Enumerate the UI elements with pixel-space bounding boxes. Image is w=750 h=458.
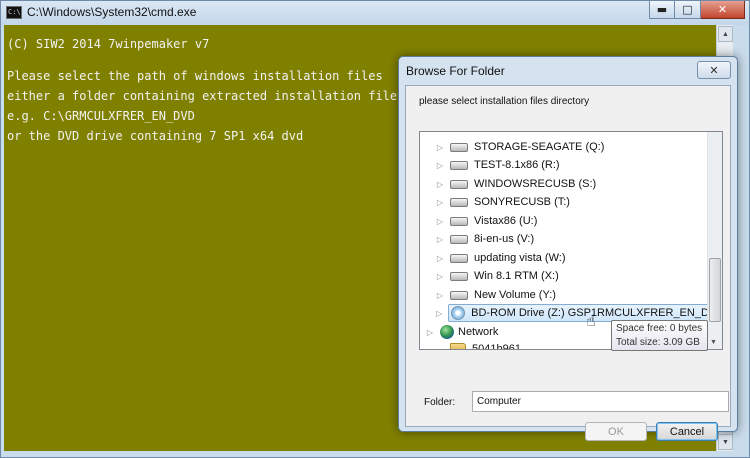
expand-arrow-icon[interactable]: ▷: [436, 272, 444, 281]
tree-item-test-81x86[interactable]: ▷ TEST-8.1x86 (R:): [436, 156, 722, 174]
minimize-button[interactable]: ▬: [649, 1, 675, 19]
tree-item-label: Win 8.1 RTM (X:): [474, 270, 559, 282]
expand-arrow-icon[interactable]: ▷: [436, 198, 444, 207]
tree-item-label: Vistax86 (U:): [474, 215, 538, 227]
drive-icon: [450, 253, 468, 263]
drive-icon: [450, 216, 468, 226]
tree-item-8i-en-us[interactable]: ▷ 8i-en-us (V:): [436, 230, 722, 248]
scroll-down-arrow-icon[interactable]: ▼: [710, 339, 717, 346]
drive-icon: [450, 197, 468, 207]
tree-item-new-volume[interactable]: ▷ New Volume (Y:): [436, 286, 722, 304]
expand-arrow-icon[interactable]: ▷: [436, 291, 444, 300]
tree-item-updating-vista[interactable]: ▷ updating vista (W:): [436, 249, 722, 267]
dialog-close-button[interactable]: ✕: [697, 61, 731, 79]
tree-item-windowsrecusb[interactable]: ▷ WINDOWSRECUSB (S:): [436, 175, 722, 193]
tree-item-sonyrecusb[interactable]: ▷ SONYRECUSB (T:): [436, 193, 722, 211]
expand-arrow-icon[interactable]: ▷: [436, 143, 444, 152]
tree-item-label: 8i-en-us (V:): [474, 233, 535, 245]
dialog-body: please select installation files directo…: [405, 85, 731, 441]
space-free-text: Space free: 0 bytes: [616, 323, 703, 334]
folder-icon: [450, 343, 466, 349]
browse-folder-dialog: Browse For Folder ✕ please select instal…: [398, 56, 738, 441]
drive-icon: [450, 234, 468, 244]
drive-info-tooltip: Space free: 0 bytes Total size: 3.09 GB: [611, 320, 708, 351]
scroll-down-arrow-icon[interactable]: ▼: [718, 434, 733, 450]
cmd-window-title: C:\Windows\System32\cmd.exe: [27, 5, 197, 19]
close-button[interactable]: ✕: [701, 1, 745, 19]
expand-arrow-icon[interactable]: ▷: [436, 180, 444, 189]
expand-arrow-icon[interactable]: ▷: [436, 254, 444, 263]
tree-item-label: Network: [458, 326, 499, 338]
scrollbar-thumb[interactable]: [709, 258, 721, 322]
folder-input[interactable]: [472, 391, 729, 412]
tree-item-label: WINDOWSRECUSB (S:): [474, 178, 597, 190]
tree-item-label: BD-ROM Drive (Z:) GSP1RMCULXFRER_EN_DVD: [471, 307, 723, 319]
console-line: or the DVD drive containing 7 SP1 x64 dv…: [7, 129, 304, 143]
network-icon: [440, 325, 454, 339]
expand-arrow-icon[interactable]: ▷: [436, 309, 442, 318]
window-controls: ▬ □ ✕: [649, 1, 745, 19]
maximize-button[interactable]: □: [675, 1, 701, 19]
expand-arrow-icon[interactable]: ▷: [436, 161, 444, 170]
console-line: e.g. C:\GRMCULXFRER_EN_DVD: [7, 109, 195, 123]
console-line: Please select the path of windows instal…: [7, 69, 383, 83]
drive-icon: [450, 160, 468, 170]
cd-drive-icon: [451, 306, 466, 320]
drive-icon: [450, 271, 468, 281]
cancel-button[interactable]: Cancel: [656, 422, 718, 441]
cmd-icon[interactable]: C:\: [6, 6, 22, 19]
expand-arrow-icon[interactable]: ▷: [436, 235, 444, 244]
folder-tree[interactable]: ▷ STORAGE-SEAGATE (Q:) ▷ TEST-8.1x86 (R:…: [419, 131, 723, 350]
tree-item-label: SONYRECUSB (T:): [474, 196, 570, 208]
tree-item-storage-seagate[interactable]: ▷ STORAGE-SEAGATE (Q:): [436, 138, 722, 156]
drive-icon: [450, 142, 468, 152]
ok-button[interactable]: OK: [585, 422, 647, 441]
cmd-titlebar[interactable]: C:\ C:\Windows\System32\cmd.exe ▬ □ ✕: [1, 1, 749, 25]
drive-icon: [450, 290, 468, 300]
expand-arrow-icon[interactable]: ▷: [436, 217, 444, 226]
hand-cursor-icon: ☝: [586, 311, 596, 330]
tree-item-label: updating vista (W:): [474, 252, 566, 264]
tree-item-label: 5041b961: [472, 343, 521, 350]
tree-item-label: New Volume (Y:): [474, 289, 556, 301]
folder-label: Folder:: [424, 397, 456, 408]
tree-scrollbar[interactable]: ▼: [707, 132, 722, 349]
dialog-titlebar[interactable]: Browse For Folder ✕: [399, 57, 737, 83]
console-line: either a folder containing extracted ins…: [7, 89, 405, 103]
console-line: (C) SIW2 2014 7winpemaker v7: [7, 37, 210, 51]
tree-item-vistax86[interactable]: ▷ Vistax86 (U:): [436, 212, 722, 230]
expand-arrow-icon[interactable]: ▷: [426, 328, 434, 337]
dialog-title: Browse For Folder: [406, 64, 505, 78]
total-size-text: Total size: 3.09 GB: [616, 337, 700, 348]
drive-icon: [450, 179, 468, 189]
tree-item-label: STORAGE-SEAGATE (Q:): [474, 141, 605, 153]
tree-item-label: TEST-8.1x86 (R:): [474, 159, 560, 171]
dialog-instruction: please select installation files directo…: [419, 96, 590, 107]
scroll-up-arrow-icon[interactable]: ▲: [718, 26, 733, 42]
tree-item-win-81-rtm[interactable]: ▷ Win 8.1 RTM (X:): [436, 267, 722, 285]
